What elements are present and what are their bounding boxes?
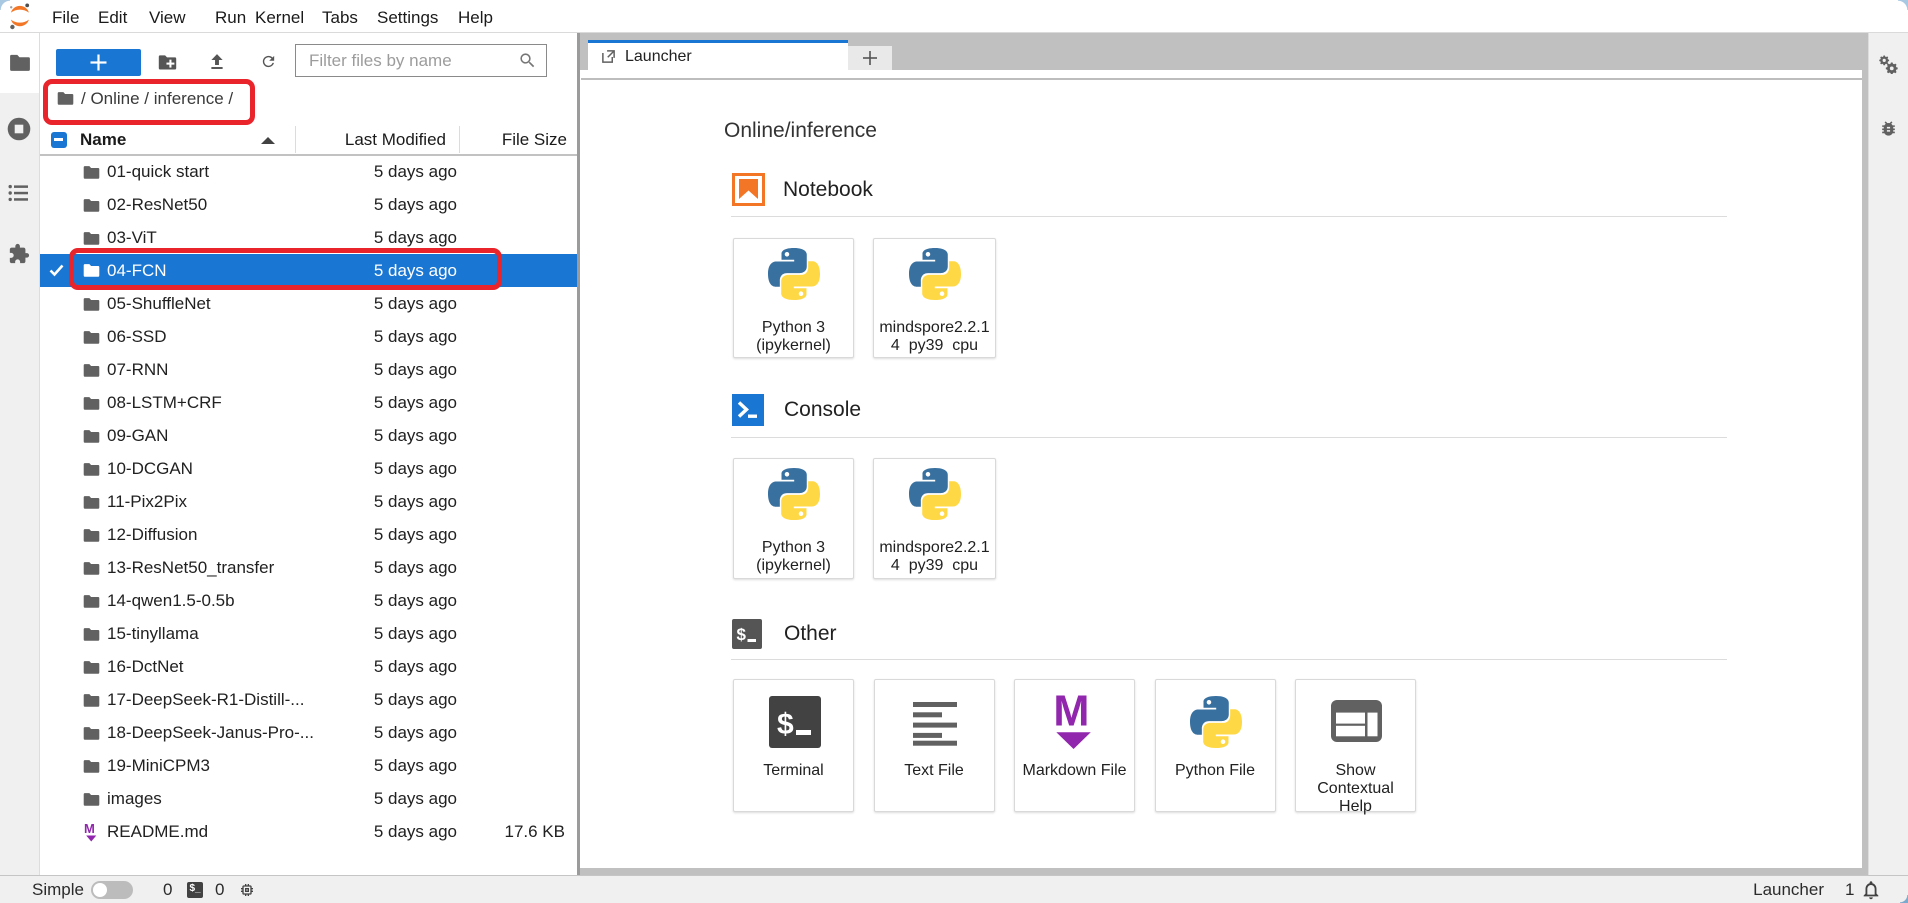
svg-text:M: M (1053, 692, 1089, 735)
svg-text:$: $ (737, 625, 747, 644)
svg-text:$: $ (777, 708, 794, 741)
